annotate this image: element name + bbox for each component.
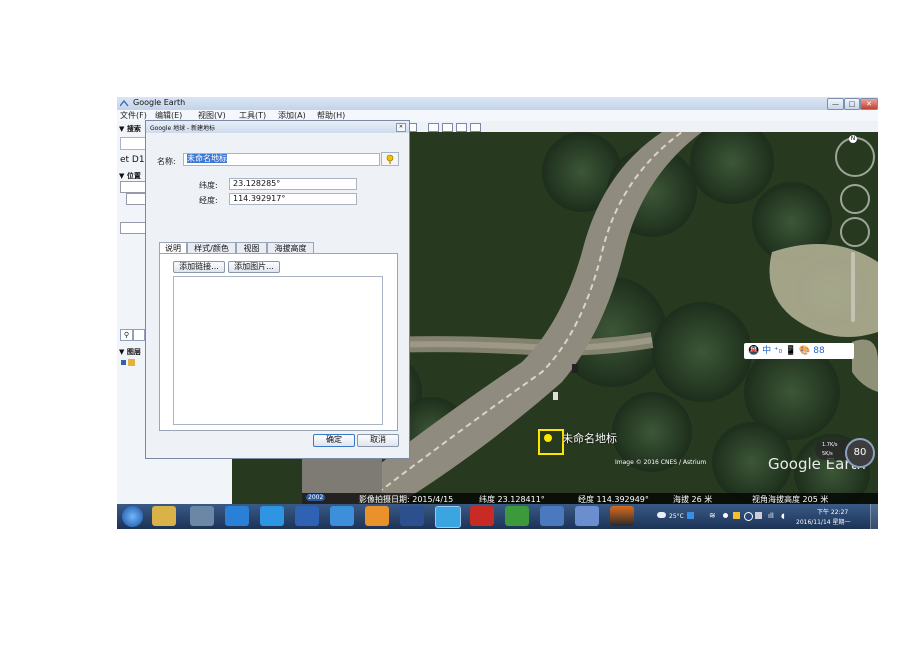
google-earth-app-icon — [119, 99, 129, 107]
menu-file[interactable]: 文件(F) — [120, 110, 147, 121]
dialog-close-button[interactable]: ✕ — [396, 123, 406, 132]
windows-taskbar: 25°C ≋ ıll ◖ 下午 22:27 2016/11/14 星期一 — [117, 504, 879, 529]
search-input[interactable] — [120, 137, 146, 150]
upload-speed: 1.7K/s — [822, 442, 838, 448]
tray-app-icon[interactable] — [687, 512, 694, 519]
baidu-app-icon[interactable] — [260, 506, 284, 526]
places-tree-item[interactable] — [120, 181, 146, 193]
clock-time: 下午 22:27 — [817, 509, 849, 516]
tray-dot-icon[interactable] — [723, 513, 728, 518]
network-signal-icon[interactable]: ıll — [768, 512, 774, 520]
volume-icon[interactable]: ◖ — [781, 512, 785, 520]
add-image-button[interactable]: 添加图片... — [228, 261, 280, 273]
panel-toggle-icon[interactable] — [133, 329, 145, 341]
excel-icon[interactable] — [505, 506, 529, 526]
name-label: 名称: — [157, 157, 176, 166]
latitude-input[interactable]: 23.128285° — [229, 178, 357, 190]
google-earth-taskbar-icon[interactable] — [435, 506, 461, 528]
email-icon[interactable] — [428, 123, 439, 132]
explorer-icon[interactable] — [152, 506, 176, 526]
print-icon[interactable] — [442, 123, 453, 132]
name-input-selected-text: 未命名地标 — [187, 154, 227, 163]
placemark-selection-box[interactable] — [538, 429, 564, 455]
maps-icon[interactable] — [470, 123, 481, 132]
history-year-badge[interactable]: 2002 — [306, 494, 326, 501]
compass-ring[interactable] — [835, 137, 875, 177]
dialog-title: Google 地球 - 新建地标 — [150, 125, 216, 132]
places-tree-item[interactable] — [120, 222, 146, 234]
tray-shield-icon[interactable] — [744, 512, 753, 521]
download-speed: 5K/s — [822, 451, 833, 457]
pdf-reader-icon[interactable] — [470, 506, 494, 526]
wifi-icon[interactable]: ≋ — [709, 511, 716, 520]
places-panel-header[interactable]: ▼ 位置 — [119, 171, 141, 181]
tray-security-icon[interactable] — [733, 512, 740, 519]
image-viewer-icon[interactable] — [610, 506, 634, 526]
minimize-button[interactable]: — — [827, 98, 844, 110]
layers-panel-header[interactable]: ▼ 图层 — [119, 347, 141, 357]
search-panel-header[interactable]: ▼ 搜索 — [119, 124, 141, 134]
weather-cloud-icon[interactable] — [657, 512, 666, 518]
clock-date: 2016/11/14 星期一 — [796, 519, 851, 526]
imagery-attribution: Image © 2016 CNES / Astrium — [615, 459, 707, 466]
media-player-icon[interactable] — [190, 506, 214, 526]
description-tab-panel: 添加链接... 添加图片... — [159, 253, 398, 431]
street-view-toolbar[interactable]: 🚇 中 ⁺₀ 📱 🎨 88 — [744, 343, 854, 359]
zoom-slider[interactable] — [851, 252, 855, 322]
move-joystick[interactable] — [840, 217, 870, 247]
title-bar: Google Earth — □ ✕ — [117, 97, 878, 110]
memory-usage-gauge: 80 — [845, 438, 875, 468]
word-processor-icon[interactable] — [575, 506, 599, 526]
ie-browser-icon[interactable] — [225, 506, 249, 526]
maximize-button[interactable]: □ — [844, 98, 860, 110]
dialog-title-bar: Google 地球 - 新建地标 ✕ — [146, 121, 409, 133]
browser-e-icon[interactable] — [330, 506, 354, 526]
look-joystick[interactable] — [840, 184, 870, 214]
tray-battery-icon[interactable] — [755, 512, 762, 519]
new-placemark-dialog: Google 地球 - 新建地标 ✕ 名称: 未命名地标 纬度: 23.1282… — [145, 120, 410, 459]
layers-tree-item[interactable] — [121, 359, 143, 367]
cancel-button[interactable]: 取消 — [357, 434, 399, 447]
placemark-label: 未命名地标 — [562, 432, 617, 445]
window-title: Google Earth — [133, 98, 186, 107]
ok-button[interactable]: 确定 — [313, 434, 355, 447]
description-textarea[interactable] — [173, 276, 383, 425]
close-button[interactable]: ✕ — [860, 98, 878, 110]
name-input[interactable]: 未命名地标 — [183, 153, 380, 166]
placemark-pin-icon[interactable] — [544, 434, 552, 442]
save-image-icon[interactable] — [456, 123, 467, 132]
start-button[interactable] — [122, 506, 143, 527]
placemark-icon-picker[interactable] — [381, 152, 399, 166]
app-icon-blue-arrow[interactable] — [295, 506, 319, 526]
weather-temperature: 25°C — [669, 513, 684, 520]
north-icon[interactable]: N — [849, 135, 857, 143]
show-desktop-button[interactable] — [870, 504, 879, 529]
app-icon-wave[interactable] — [540, 506, 564, 526]
latitude-label: 纬度: — [199, 181, 218, 190]
search-icon[interactable]: ⚲ — [120, 329, 133, 341]
search-result-fragment: et D1 — [120, 155, 145, 165]
longitude-label: 经度: — [199, 196, 218, 205]
app-icon-grid[interactable] — [400, 506, 424, 526]
firefox-icon[interactable] — [365, 506, 389, 526]
add-link-button[interactable]: 添加链接... — [173, 261, 225, 273]
longitude-input[interactable]: 114.392917° — [229, 193, 357, 205]
